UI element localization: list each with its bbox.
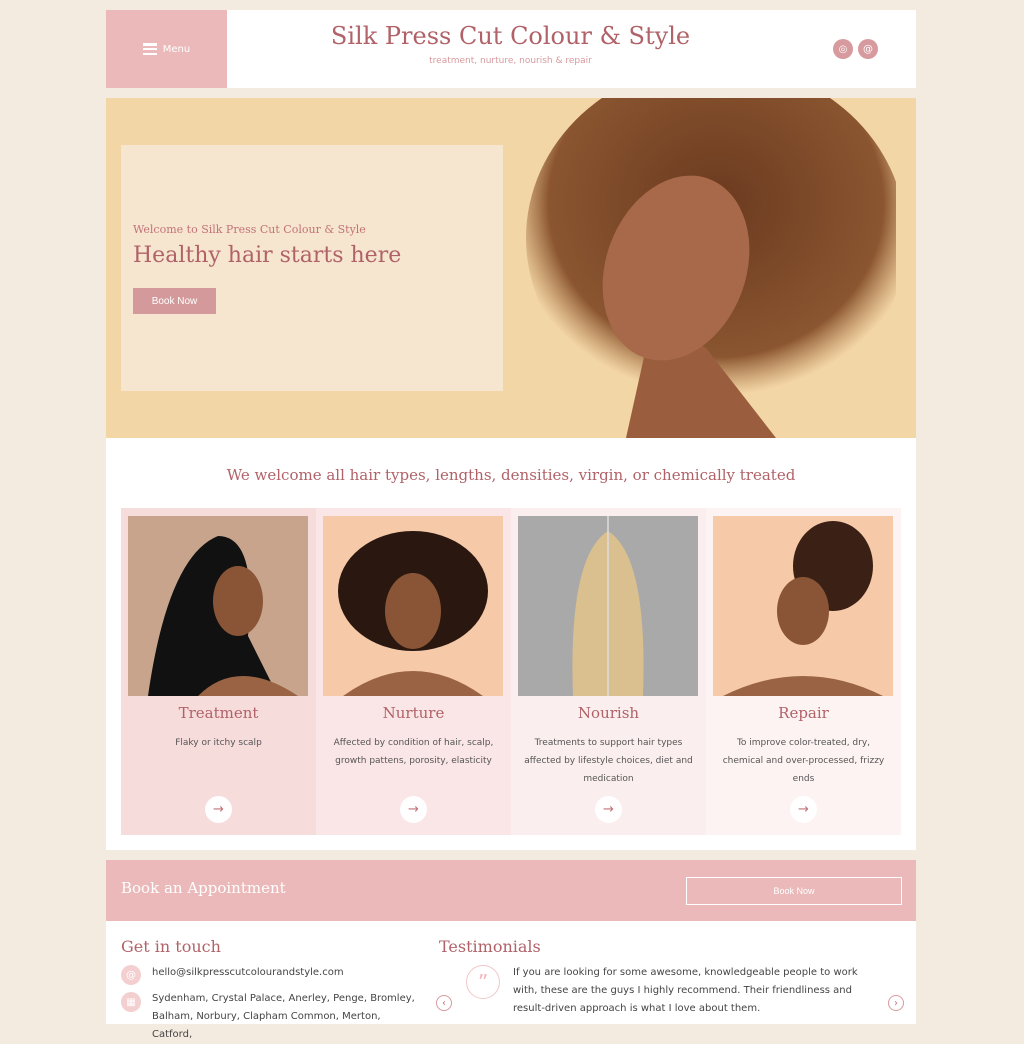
card-title: Nourish — [577, 704, 640, 722]
treatment-photo — [128, 516, 308, 696]
chevron-right-icon[interactable]: › — [888, 995, 904, 1011]
nurture-photo — [323, 516, 503, 696]
arrow-right-icon[interactable]: → — [790, 796, 817, 823]
hero-welcome: Welcome to Silk Press Cut Colour & Style — [133, 223, 366, 236]
contact-heading: Get in touch — [121, 937, 221, 956]
services-heading: We welcome all hair types, lengths, dens… — [226, 466, 796, 484]
arrow-right-icon[interactable]: → — [400, 796, 427, 823]
services-section: We welcome all hair types, lengths, dens… — [106, 438, 916, 850]
card-description: Affected by condition of hair, scalp, gr… — [333, 738, 494, 766]
site-tagline: treatment, nurture, nourish & repair — [429, 56, 592, 66]
testimonials-heading: Testimonials — [439, 937, 541, 956]
arrow-right-icon[interactable]: → — [205, 796, 232, 823]
booking-book-now-button[interactable]: Book Now — [686, 877, 902, 905]
menu-label: Menu — [162, 43, 191, 55]
hero-photo — [526, 98, 896, 438]
service-card-repair[interactable]: Repair To improve color-treated, dry, ch… — [706, 508, 901, 835]
card-description: Flaky or itchy scalp — [175, 738, 262, 748]
map-icon: ▦ — [121, 992, 141, 1012]
chevron-left-icon[interactable]: ‹ — [436, 995, 452, 1011]
hero-headline: Healthy hair starts here — [133, 243, 402, 268]
hero-banner: Welcome to Silk Press Cut Colour & Style… — [106, 98, 916, 438]
hero-overlay: Welcome to Silk Press Cut Colour & Style… — [121, 145, 503, 391]
instagram-icon[interactable]: ◎ — [833, 39, 853, 59]
arrow-right-icon[interactable]: → — [595, 796, 622, 823]
booking-bar: Book an Appointment Book Now — [106, 860, 916, 921]
site-header: Menu Silk Press Cut Colour & Style treat… — [106, 10, 916, 88]
service-card-treatment[interactable]: Treatment Flaky or itchy scalp → — [121, 508, 316, 835]
card-title: Repair — [778, 704, 829, 722]
service-card-nourish[interactable]: Nourish Treatments to support hair types… — [511, 508, 706, 835]
contact-areas: Sydenham, Crystal Palace, Anerley, Penge… — [152, 993, 415, 1040]
testimonial-quote: If you are looking for some awesome, kno… — [513, 967, 858, 1014]
hero-book-now-button[interactable]: Book Now — [133, 288, 216, 314]
card-description: Treatments to support hair types affecte… — [524, 738, 693, 784]
menu-button[interactable]: Menu — [106, 10, 227, 88]
card-title: Treatment — [178, 704, 259, 722]
contact-email[interactable]: hello@silkpresscutcolourandstyle.com — [152, 964, 344, 982]
card-description: To improve color-treated, dry, chemical … — [722, 738, 885, 784]
service-card-nurture[interactable]: Nurture Affected by condition of hair, s… — [316, 508, 511, 835]
hamburger-icon — [142, 43, 157, 55]
email-icon[interactable]: @ — [858, 39, 878, 59]
booking-title: Book an Appointment — [121, 879, 286, 897]
email-icon: @ — [121, 965, 141, 985]
footer: Get in touch @ hello@silkpresscutcoloura… — [106, 921, 916, 1040]
site-title[interactable]: Silk Press Cut Colour & Style — [227, 22, 794, 50]
nourish-photo — [518, 516, 698, 696]
card-title: Nurture — [382, 704, 445, 722]
quote-icon: ” — [466, 965, 500, 999]
repair-photo — [713, 516, 893, 696]
